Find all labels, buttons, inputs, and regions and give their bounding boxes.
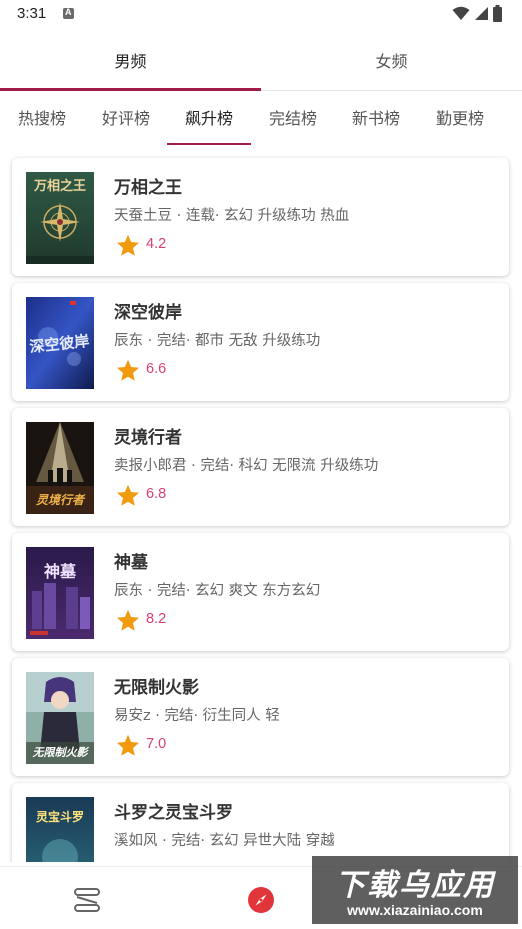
gender-tab-indicator xyxy=(0,88,261,91)
bookshelf-icon[interactable] xyxy=(73,887,101,913)
star-icon xyxy=(117,234,139,256)
book-rating: 7.0 xyxy=(146,736,167,752)
status-time: 3:31 xyxy=(17,5,47,22)
book-card[interactable]: 深空彼岸 深空彼岸 辰东 · 完结· 都市 无敌 升级练功 6.6 xyxy=(12,283,509,401)
tab-completed[interactable]: 完结榜 xyxy=(251,100,335,140)
book-meta: 溪如风 · 完结· 玄幻 异世大陆 穿越 xyxy=(114,833,335,849)
book-title: 神墓 xyxy=(114,553,148,573)
rank-tabs: 热搜榜 好评榜 飙升榜 完结榜 新书榜 勤更榜 xyxy=(0,100,522,146)
book-cover: 深空彼岸 xyxy=(26,297,94,389)
tab-male[interactable]: 男频 xyxy=(0,40,261,90)
svg-text:灵宝斗罗: 灵宝斗罗 xyxy=(36,809,84,824)
book-meta: 辰东 · 完结· 玄幻 爽文 东方玄幻 xyxy=(114,583,321,599)
book-cover: 无限制火影 xyxy=(26,672,94,764)
book-title: 深空彼岸 xyxy=(114,303,182,323)
tab-new-books[interactable]: 新书榜 xyxy=(334,100,418,140)
signal-icon xyxy=(475,7,488,20)
book-card[interactable]: 灵宝斗罗 斗罗之灵宝斗罗 溪如风 · 完结· 玄幻 异世大陆 穿越 xyxy=(12,783,509,862)
star-icon xyxy=(117,484,139,506)
star-icon xyxy=(117,734,139,756)
book-card[interactable]: 神墓 神墓 辰东 · 完结· 玄幻 爽文 东方玄幻 8.2 xyxy=(12,533,509,651)
watermark-logo: 下载乌应用 xyxy=(335,868,495,903)
book-title: 斗罗之灵宝斗罗 xyxy=(114,803,233,823)
status-bar: 3:31 xyxy=(0,0,522,28)
book-card[interactable]: 灵境行者 灵境行者 卖报小郎君 · 完结· 科幻 无限流 升级练功 6.8 xyxy=(12,408,509,526)
book-title: 万相之王 xyxy=(114,178,182,198)
a-notification-icon xyxy=(63,7,74,19)
svg-text:无限制火影: 无限制火影 xyxy=(32,746,90,759)
wifi-icon xyxy=(452,6,470,20)
book-cover: 灵宝斗罗 xyxy=(26,797,94,862)
book-card[interactable]: 万相之王 万相之王 天蚕土豆 · 连载· 玄幻 升级练功 热血 4.2 xyxy=(12,158,509,276)
book-cover: 灵境行者 xyxy=(26,422,94,514)
svg-text:万相之王: 万相之王 xyxy=(33,178,86,194)
tab-top-rated[interactable]: 好评榜 xyxy=(84,100,168,140)
book-rating: 4.2 xyxy=(146,236,167,252)
svg-text:灵境行者: 灵境行者 xyxy=(35,493,86,507)
gender-tabs: 男频 女频 xyxy=(0,40,522,90)
book-title: 无限制火影 xyxy=(114,678,199,698)
book-rating: 6.8 xyxy=(146,486,167,502)
star-icon xyxy=(117,609,139,631)
tab-female[interactable]: 女频 xyxy=(261,40,522,90)
book-meta: 天蚕土豆 · 连载· 玄幻 升级练功 热血 xyxy=(114,208,350,224)
battery-icon xyxy=(493,5,502,22)
book-cover: 万相之王 xyxy=(26,172,94,264)
svg-text:神墓: 神墓 xyxy=(44,562,77,581)
book-card[interactable]: 无限制火影 无限制火影 易安z · 完结· 衍生同人 轻 7.0 xyxy=(12,658,509,776)
book-meta: 辰东 · 完结· 都市 无敌 升级练功 xyxy=(114,333,321,349)
watermark: 下载乌应用 www.xiazainiao.com xyxy=(312,856,518,924)
book-list: 万相之王 万相之王 天蚕土豆 · 连载· 玄幻 升级练功 热血 4.2 深空彼岸… xyxy=(0,150,522,862)
book-cover: 神墓 xyxy=(26,547,94,639)
tab-rising[interactable]: 飙升榜 xyxy=(167,100,251,140)
book-meta: 卖报小郎君 · 完结· 科幻 无限流 升级练功 xyxy=(114,458,379,474)
compass-icon[interactable] xyxy=(247,886,275,914)
book-rating: 6.6 xyxy=(146,361,167,377)
book-title: 灵境行者 xyxy=(114,428,182,448)
book-rating: 8.2 xyxy=(146,611,167,627)
book-meta: 易安z · 完结· 衍生同人 轻 xyxy=(114,708,280,724)
tab-frequent-updates[interactable]: 勤更榜 xyxy=(418,100,502,140)
rank-tab-indicator xyxy=(167,143,251,145)
tab-hot-search[interactable]: 热搜榜 xyxy=(0,100,84,140)
watermark-url: www.xiazainiao.com xyxy=(347,902,483,918)
star-icon xyxy=(117,359,139,381)
